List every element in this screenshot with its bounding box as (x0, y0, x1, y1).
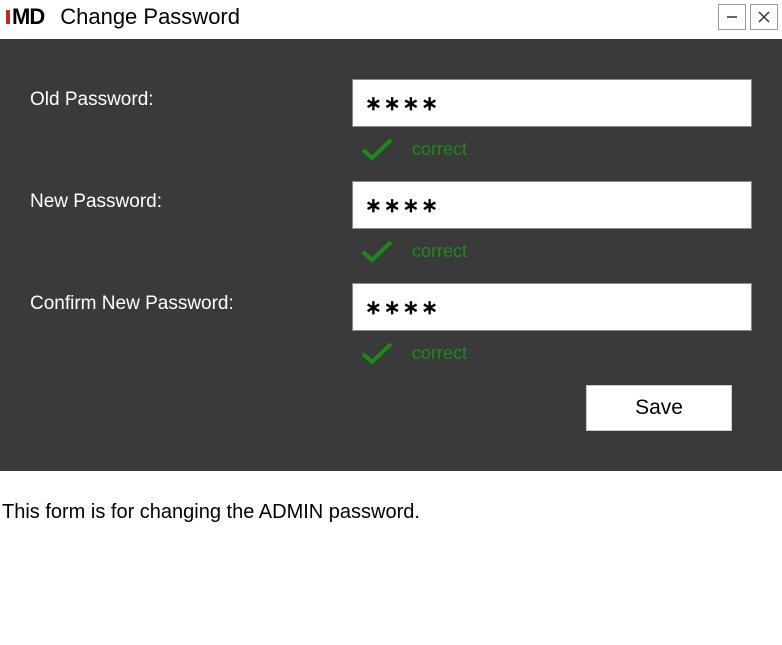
check-icon (360, 239, 394, 263)
new-password-validation: correct (360, 239, 752, 263)
minimize-button[interactable] (718, 4, 746, 30)
old-password-input[interactable] (352, 79, 752, 127)
minimize-icon (726, 11, 738, 23)
confirm-password-label: Confirm New Password: (30, 283, 352, 315)
close-button[interactable] (750, 4, 778, 30)
confirm-password-status: correct (412, 343, 467, 364)
check-icon (360, 137, 394, 161)
save-button[interactable]: Save (586, 385, 732, 431)
old-password-validation: correct (360, 137, 752, 161)
new-password-row: New Password: (30, 181, 752, 229)
new-password-input[interactable] (352, 181, 752, 229)
window-controls (718, 4, 778, 30)
logo-text: MD (12, 4, 44, 30)
old-password-status: correct (412, 139, 467, 160)
confirm-password-row: Confirm New Password: (30, 283, 752, 331)
logo-accent-icon (6, 10, 10, 24)
check-icon (360, 341, 394, 365)
new-password-status: correct (412, 241, 467, 262)
form-panel: Old Password: correct New Password: corr… (0, 39, 782, 471)
confirm-password-input[interactable] (352, 283, 752, 331)
new-password-label: New Password: (30, 181, 352, 213)
page-caption: This form is for changing the ADMIN pass… (0, 471, 782, 534)
change-password-window: MD Change Password Old Password: correct… (0, 0, 782, 471)
old-password-label: Old Password: (30, 79, 352, 111)
old-password-row: Old Password: (30, 79, 752, 127)
window-title: Change Password (60, 4, 240, 30)
confirm-password-validation: correct (360, 341, 752, 365)
button-row: Save (30, 385, 752, 431)
close-icon (758, 11, 770, 23)
app-logo: MD (6, 4, 44, 30)
titlebar: MD Change Password (0, 0, 782, 39)
